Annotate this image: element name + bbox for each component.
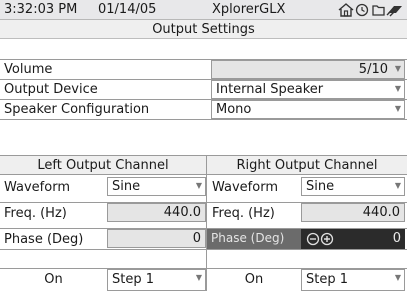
left-freq-input[interactable]: 440.0 xyxy=(107,203,206,222)
clock-icon[interactable] xyxy=(355,3,369,17)
left-channel-header: Left Output Channel xyxy=(0,155,206,175)
divider xyxy=(0,202,407,203)
right-waveform-value: Sine xyxy=(306,179,335,194)
clock-date: 01/14/05 xyxy=(98,2,157,17)
divider xyxy=(0,249,407,250)
right-waveform-dropdown[interactable]: Sine ▼ xyxy=(301,177,405,196)
volume-value: 5/10 xyxy=(358,62,388,77)
speaker-config-label: Speaker Configuration xyxy=(4,102,150,117)
left-waveform-value: Sine xyxy=(112,179,141,194)
speaker-config-value: Mono xyxy=(216,102,252,117)
right-freq-input[interactable]: 440.0 xyxy=(301,203,405,222)
output-device-dropdown[interactable]: Internal Speaker ▼ xyxy=(211,80,405,99)
right-freq-label: Freq. (Hz) xyxy=(212,206,275,221)
output-device-value: Internal Speaker xyxy=(216,82,324,97)
divider xyxy=(0,59,407,60)
left-phase-input[interactable]: 0 xyxy=(107,229,206,248)
chevron-down-icon: ▼ xyxy=(195,181,202,190)
clock-time: 3:32:03 PM xyxy=(4,2,78,17)
volume-row: Volume 5/10 ▼ xyxy=(0,60,407,80)
status-icons xyxy=(336,1,406,19)
chevron-down-icon: ▼ xyxy=(394,64,401,73)
divider xyxy=(0,79,407,80)
output-device-label: Output Device xyxy=(4,82,98,97)
right-freq-value: 440.0 xyxy=(362,205,400,220)
right-channel-header: Right Output Channel xyxy=(207,155,407,175)
right-phase-input[interactable]: 0 xyxy=(301,229,405,249)
left-freq-label: Freq. (Hz) xyxy=(4,206,67,221)
left-waveform-label: Waveform xyxy=(4,180,70,195)
battery-plug-icon[interactable] xyxy=(386,6,402,17)
chevron-down-icon: ▼ xyxy=(394,84,401,93)
output-device-row: Output Device Internal Speaker ▼ xyxy=(0,80,407,100)
speaker-config-row: Speaker Configuration Mono ▼ xyxy=(0,100,407,120)
chevron-down-icon: ▼ xyxy=(394,273,401,282)
left-step-value: Step 1 xyxy=(112,272,155,287)
right-phase-value: 0 xyxy=(392,231,401,246)
left-step-dropdown[interactable]: Step 1 ▼ xyxy=(107,269,206,291)
speaker-config-dropdown[interactable]: Mono ▼ xyxy=(211,100,405,119)
divider xyxy=(0,99,407,100)
folder-icon[interactable] xyxy=(372,5,385,16)
chevron-down-icon: ▼ xyxy=(195,273,202,282)
volume-dropdown[interactable]: 5/10 ▼ xyxy=(211,60,405,79)
divider xyxy=(0,119,407,120)
right-waveform-label: Waveform xyxy=(212,180,278,195)
left-phase-value: 0 xyxy=(192,231,201,246)
volume-label: Volume xyxy=(4,62,53,77)
right-step-value: Step 1 xyxy=(306,272,349,287)
chevron-down-icon: ▼ xyxy=(394,104,401,113)
right-step-dropdown[interactable]: Step 1 ▼ xyxy=(301,269,405,291)
status-bar: 3:32:03 PM 01/14/05 XplorerGLX xyxy=(0,0,407,20)
divider xyxy=(0,228,407,229)
right-toggle-button[interactable]: On xyxy=(207,269,301,291)
chevron-down-icon: ▼ xyxy=(394,181,401,190)
home-icon[interactable] xyxy=(338,3,354,17)
app-name: XplorerGLX xyxy=(212,2,286,17)
left-freq-value: 440.0 xyxy=(163,205,201,220)
left-toggle-button[interactable]: On xyxy=(0,269,107,291)
left-phase-label: Phase (Deg) xyxy=(4,232,84,247)
page-title: Output Settings xyxy=(0,20,407,39)
right-phase-label: Phase (Deg) xyxy=(207,229,301,249)
left-waveform-dropdown[interactable]: Sine ▼ xyxy=(107,177,206,196)
